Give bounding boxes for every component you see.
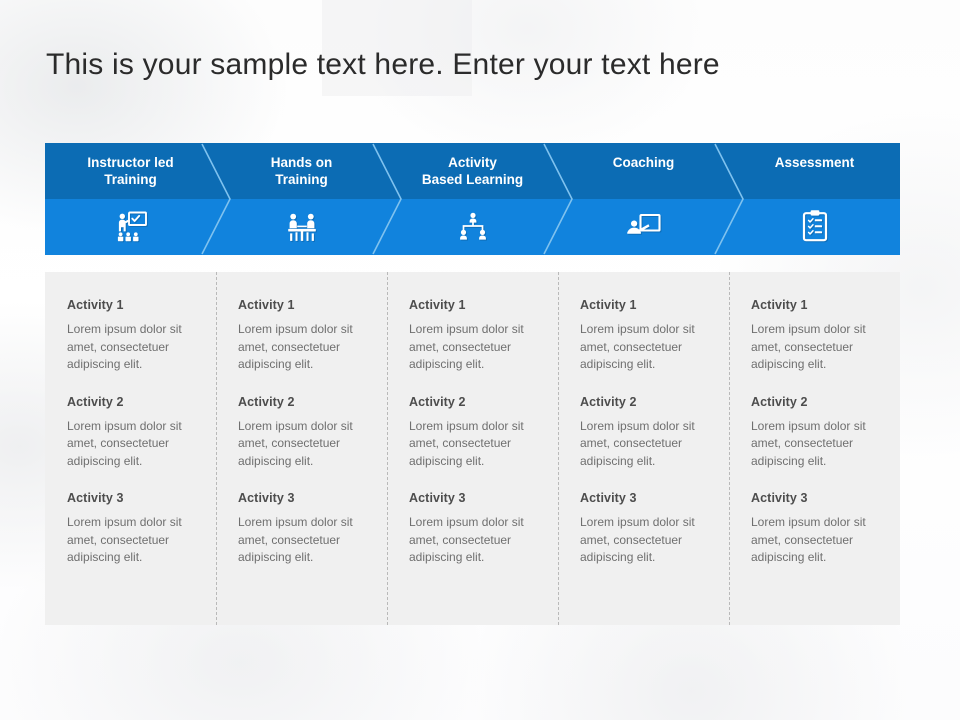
activity-title: Activity 2 xyxy=(580,394,637,409)
activity-body: Lorem ipsum dolor sit amet, consectetuer… xyxy=(238,322,353,371)
activity-column-5: Activity 1 Lorem ipsum dolor sit amet, c… xyxy=(729,272,900,625)
activity-item: Activity 3 Lorem ipsum dolor sit amet, c… xyxy=(751,491,878,567)
activity-body: Lorem ipsum dolor sit amet, consectetuer… xyxy=(238,418,353,468)
activity-body: Lorem ipsum dolor sit amet, consectetuer… xyxy=(409,322,524,371)
activity-body: Lorem ipsum dolor sit amet, consectetuer… xyxy=(409,515,524,564)
activity-body: Lorem ipsum dolor sit amet, consectetuer… xyxy=(67,515,182,564)
process-step-label: Assessment xyxy=(774,155,855,170)
activity-item: Activity 1 Lorem ipsum dolor sit amet, c… xyxy=(409,298,536,374)
activity-body: Lorem ipsum dolor sit amet, consectetuer… xyxy=(580,322,695,371)
activity-title: Activity 2 xyxy=(409,394,466,409)
process-step-label: Coaching xyxy=(612,155,675,170)
process-step-coaching[interactable]: Coaching xyxy=(558,143,744,255)
activity-title: Activity 2 xyxy=(751,394,808,409)
activity-item: Activity 1 Lorem ipsum dolor sit amet, c… xyxy=(751,298,878,374)
activity-body: Lorem ipsum dolor sit amet, consectetuer… xyxy=(238,515,353,564)
activity-title: Activity 3 xyxy=(67,491,124,505)
instructor-led-training-icon xyxy=(45,205,216,247)
activities-panel: Activity 1 Lorem ipsum dolor sit amet, c… xyxy=(45,272,900,625)
activity-column-3: Activity 1 Lorem ipsum dolor sit amet, c… xyxy=(387,272,558,625)
activity-title: Activity 2 xyxy=(238,394,295,409)
activity-item: Activity 3 Lorem ipsum dolor sit amet, c… xyxy=(67,491,194,567)
process-step-label: Instructor led Training xyxy=(87,155,174,187)
activity-item: Activity 2 Lorem ipsum dolor sit amet, c… xyxy=(67,395,194,471)
activity-item: Activity 2 Lorem ipsum dolor sit amet, c… xyxy=(409,395,536,471)
activity-title: Activity 3 xyxy=(238,491,295,505)
activity-title: Activity 1 xyxy=(580,298,637,312)
activity-column-4: Activity 1 Lorem ipsum dolor sit amet, c… xyxy=(558,272,729,625)
activity-item: Activity 2 Lorem ipsum dolor sit amet, c… xyxy=(751,395,878,471)
activity-item: Activity 2 Lorem ipsum dolor sit amet, c… xyxy=(580,395,707,471)
process-step-activity-based-learning[interactable]: Activity Based Learning xyxy=(387,143,573,255)
activity-title: Activity 3 xyxy=(409,491,466,505)
process-step-assessment[interactable]: Assessment xyxy=(729,143,900,255)
process-banner: Instructor led Training Hands on Trainin… xyxy=(45,143,900,255)
activity-item: Activity 1 Lorem ipsum dolor sit amet, c… xyxy=(238,298,365,374)
activity-body: Lorem ipsum dolor sit amet, consectetuer… xyxy=(751,418,866,468)
activity-body: Lorem ipsum dolor sit amet, consectetuer… xyxy=(409,418,524,468)
activity-title: Activity 2 xyxy=(67,394,124,409)
activity-item: Activity 1 Lorem ipsum dolor sit amet, c… xyxy=(67,298,194,374)
activity-title: Activity 1 xyxy=(751,298,808,312)
process-step-instructor-led-training[interactable]: Instructor led Training xyxy=(45,143,231,255)
process-step-hands-on-training[interactable]: Hands on Training xyxy=(216,143,402,255)
activity-body: Lorem ipsum dolor sit amet, consectetuer… xyxy=(67,418,182,468)
slide-canvas: This is your sample text here. Enter you… xyxy=(0,0,960,720)
activity-title: Activity 1 xyxy=(409,298,466,312)
activity-title: Activity 3 xyxy=(580,491,637,505)
activity-body: Lorem ipsum dolor sit amet, consectetuer… xyxy=(67,322,182,371)
process-step-label: Activity Based Learning xyxy=(421,155,524,187)
hands-on-training-icon xyxy=(216,205,387,247)
activity-title: Activity 3 xyxy=(751,491,808,505)
activity-item: Activity 3 Lorem ipsum dolor sit amet, c… xyxy=(238,491,365,567)
activity-based-learning-icon xyxy=(387,205,558,247)
activity-item: Activity 3 Lorem ipsum dolor sit amet, c… xyxy=(580,491,707,567)
assessment-icon xyxy=(729,205,900,247)
activity-item: Activity 2 Lorem ipsum dolor sit amet, c… xyxy=(238,395,365,471)
activity-item: Activity 3 Lorem ipsum dolor sit amet, c… xyxy=(409,491,536,567)
activity-column-2: Activity 1 Lorem ipsum dolor sit amet, c… xyxy=(216,272,387,625)
page-title: This is your sample text here. Enter you… xyxy=(46,48,720,81)
activity-body: Lorem ipsum dolor sit amet, consectetuer… xyxy=(580,418,695,468)
activity-column-1: Activity 1 Lorem ipsum dolor sit amet, c… xyxy=(45,272,216,625)
activity-body: Lorem ipsum dolor sit amet, consectetuer… xyxy=(751,322,866,371)
activity-title: Activity 1 xyxy=(67,298,124,312)
activity-title: Activity 1 xyxy=(238,298,295,312)
process-step-label: Hands on Training xyxy=(270,155,333,187)
activity-body: Lorem ipsum dolor sit amet, consectetuer… xyxy=(580,515,695,564)
activity-body: Lorem ipsum dolor sit amet, consectetuer… xyxy=(751,515,866,564)
coaching-icon xyxy=(558,205,729,247)
activity-item: Activity 1 Lorem ipsum dolor sit amet, c… xyxy=(580,298,707,374)
